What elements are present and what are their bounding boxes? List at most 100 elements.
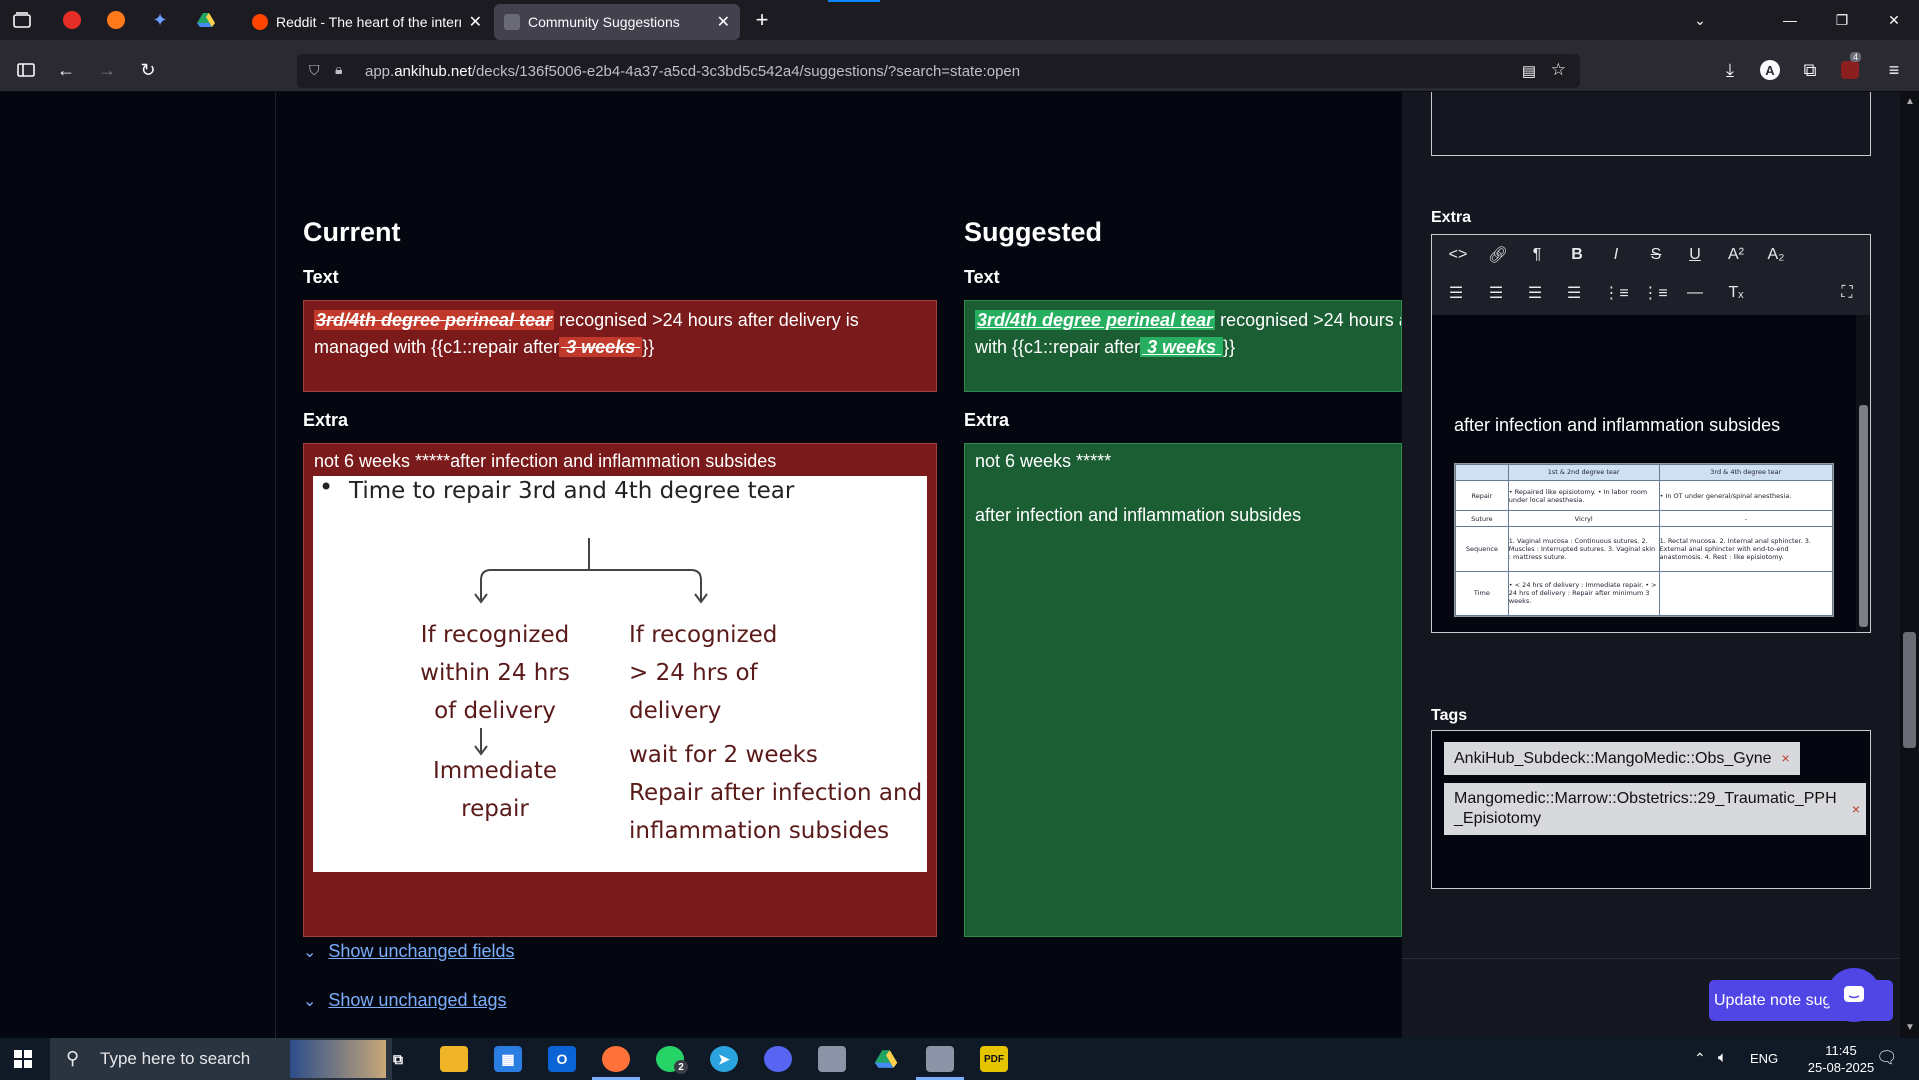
gemini-pinned-tab-icon[interactable]: ✦: [150, 10, 170, 30]
show-unchanged-tags-toggle[interactable]: ⌄ Show unchanged tags: [303, 990, 507, 1011]
right-outcome-note: wait for 2 weeks Repair after infection …: [629, 742, 923, 844]
task-view-icon[interactable]: ⧉: [384, 1046, 412, 1072]
current-text-label: Text: [303, 267, 339, 287]
close-window-icon[interactable]: ✕: [1884, 10, 1904, 30]
link-icon[interactable]: 🔗︎: [1484, 241, 1512, 269]
whatsapp-icon[interactable]: 2: [656, 1046, 688, 1074]
remove-tag-icon[interactable]: ×: [1782, 750, 1790, 766]
close-tab-icon[interactable]: ✕: [717, 12, 730, 32]
show-unchanged-fields-link[interactable]: Show unchanged fields: [328, 941, 514, 962]
horizontal-rule-icon[interactable]: —: [1681, 279, 1709, 307]
deleted-text: 3 weeks: [559, 337, 643, 357]
account-icon[interactable]: A: [1758, 58, 1782, 82]
show-hidden-icons-icon[interactable]: ⌃: [1694, 1050, 1706, 1067]
extension-badge: 4: [1850, 52, 1862, 62]
previous-field-editor[interactable]: [1431, 92, 1871, 156]
superscript-icon[interactable]: A²: [1722, 241, 1750, 269]
telegram-icon[interactable]: ➤: [710, 1046, 738, 1072]
show-unchanged-tags-link[interactable]: Show unchanged tags: [328, 990, 506, 1011]
back-icon[interactable]: ←: [54, 58, 78, 82]
time: 11:45: [1825, 1043, 1857, 1058]
page-scrollbar[interactable]: ▲ ▼: [1900, 92, 1919, 1038]
numbered-list-icon[interactable]: ⋮≡: [1641, 279, 1669, 307]
page-content: Current Suggested Text Text 3rd/4th degr…: [0, 92, 1919, 1038]
pinned-tab-orange-icon[interactable]: [106, 10, 126, 30]
align-center-icon[interactable]: ☰: [1482, 279, 1510, 307]
list-all-tabs-icon[interactable]: ⌄: [1690, 10, 1710, 30]
tab-reddit[interactable]: Reddit - The heart of the interne ✕: [242, 4, 492, 40]
minimize-icon[interactable]: —: [1780, 10, 1800, 30]
remove-tag-icon[interactable]: ×: [1852, 799, 1860, 819]
new-tab-icon[interactable]: +: [752, 7, 772, 32]
volume-icon[interactable]: 🔈︎: [1718, 1049, 1727, 1066]
ublock-extension-icon[interactable]: 4: [1838, 52, 1862, 82]
extensions-icon[interactable]: ⧉: [1798, 58, 1822, 82]
strikethrough-icon[interactable]: S: [1642, 241, 1670, 269]
align-right-icon[interactable]: ☰: [1521, 279, 1549, 307]
unchanged-text: }}: [642, 337, 655, 357]
editor-content[interactable]: after infection and inflammation subside…: [1432, 315, 1856, 632]
show-unchanged-fields-toggle[interactable]: ⌄ Show unchanged fields: [303, 941, 515, 962]
address-bar[interactable]: ⛉ 🔒︎ app. ankihub.net/decks/136f5006-e2b4…: [297, 54, 1580, 88]
anki-app-icon[interactable]: [926, 1046, 954, 1072]
lock-icon[interactable]: 🔒︎: [335, 61, 342, 78]
chat-support-button[interactable]: [1827, 968, 1881, 1022]
editor-toolbar: <> 🔗︎ ¶ B I S U A² A₂ ☰ ☰ ☰ ☰ ⋮≡ ⋮≡ — Tₓ…: [1432, 235, 1870, 315]
clear-formatting-icon[interactable]: Tₓ: [1722, 279, 1750, 307]
windows-start-icon[interactable]: [14, 1050, 32, 1073]
clock[interactable]: 11:45 25-08-2025: [1806, 1042, 1876, 1076]
windows-taskbar: ⚲ Type here to search ⧉ ▦ O 2 ➤ PDF ⌃ 🔈︎…: [0, 1038, 1919, 1080]
notification-badge: 2: [674, 1060, 688, 1074]
code-view-icon[interactable]: <>: [1444, 241, 1472, 269]
notifications-icon[interactable]: 🗨︎: [1876, 1048, 1898, 1068]
reload-icon[interactable]: ↻: [136, 58, 160, 82]
close-tab-icon[interactable]: ✕: [469, 12, 482, 32]
align-left-icon[interactable]: ☰: [1442, 279, 1470, 307]
scroll-up-icon[interactable]: ▲: [1905, 96, 1915, 107]
tab-list-icon[interactable]: [12, 10, 32, 30]
align-justify-icon[interactable]: ☰: [1560, 279, 1588, 307]
pdf-reader-icon[interactable]: PDF: [980, 1046, 1008, 1072]
ankihub-app-icon[interactable]: [818, 1046, 846, 1072]
page-scrollbar-thumb[interactable]: [1903, 632, 1916, 748]
bookmark-star-icon[interactable]: ☆: [1551, 60, 1566, 80]
forward-icon[interactable]: →: [95, 58, 119, 82]
firefox-icon[interactable]: [602, 1046, 630, 1072]
outlook-icon[interactable]: O: [548, 1046, 576, 1072]
downloads-icon[interactable]: ⤓: [1718, 58, 1742, 82]
tags-input[interactable]: AnkiHub_Subdeck::MangoMedic::Obs_Gyne × M…: [1431, 730, 1871, 889]
deleted-text: 3rd/4th degree perineal tear: [314, 310, 555, 330]
bullet-list-icon[interactable]: ⋮≡: [1602, 279, 1630, 307]
microsoft-store-icon[interactable]: ▦: [494, 1046, 522, 1072]
tab-indicator: [828, 0, 880, 2]
bold-icon[interactable]: B: [1563, 241, 1591, 269]
fullscreen-icon[interactable]: ⛶: [1833, 279, 1861, 307]
panel-divider: [1402, 958, 1900, 959]
underline-icon[interactable]: U: [1681, 241, 1709, 269]
reddit-favicon-icon: [252, 14, 268, 30]
youtube-pinned-tab-icon[interactable]: [62, 10, 82, 30]
search-placeholder: Type here to search: [100, 1049, 251, 1068]
file-explorer-icon[interactable]: [440, 1046, 468, 1072]
discord-icon[interactable]: [764, 1046, 792, 1072]
reader-view-icon[interactable]: ▤: [1522, 62, 1536, 80]
input-language[interactable]: ENG: [1750, 1051, 1778, 1066]
google-drive-icon[interactable]: [872, 1046, 900, 1072]
suggested-text-field: 3rd/4th degree perineal tear recognised …: [964, 300, 1402, 392]
editor-scrollbar-thumb[interactable]: [1859, 405, 1868, 627]
tag-chip: Mangomedic::Marrow::Obstetrics::29_Traum…: [1444, 783, 1866, 835]
shield-icon[interactable]: ⛉: [309, 62, 320, 79]
tab-community-suggestions[interactable]: Community Suggestions ✕: [494, 4, 740, 40]
drive-pinned-tab-icon[interactable]: [196, 10, 216, 30]
tag-chip: AnkiHub_Subdeck::MangoMedic::Obs_Gyne ×: [1444, 742, 1800, 775]
app-menu-icon[interactable]: ≡: [1882, 58, 1906, 82]
sidebar-toggle-icon[interactable]: [14, 58, 38, 82]
taskbar-search-box[interactable]: ⚲ Type here to search: [50, 1038, 392, 1080]
italic-icon[interactable]: I: [1602, 241, 1630, 269]
paragraph-icon[interactable]: ¶: [1523, 241, 1551, 269]
restore-icon[interactable]: ❐: [1832, 10, 1852, 30]
chevron-down-icon: ⌄: [303, 943, 317, 961]
subscript-icon[interactable]: A₂: [1762, 241, 1790, 269]
scroll-down-icon[interactable]: ▼: [1905, 1022, 1915, 1033]
editor-scrollbar[interactable]: [1856, 315, 1870, 632]
